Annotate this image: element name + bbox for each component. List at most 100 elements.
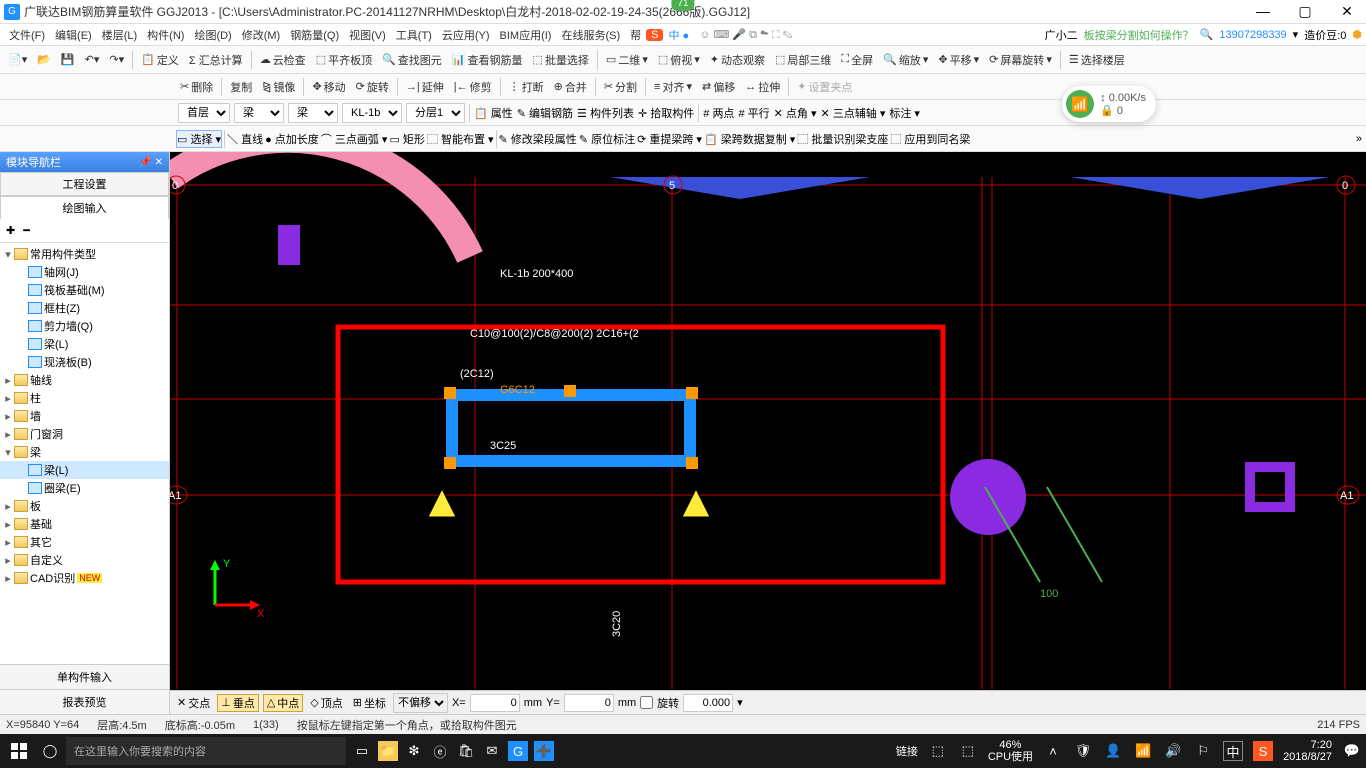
screen-rotate-button[interactable]: ⟳ 屏幕旋转 ▾	[985, 50, 1056, 70]
search-icon[interactable]: 🔍	[1200, 28, 1214, 41]
snap-coord[interactable]: ⊞ 坐标	[350, 695, 389, 711]
offset-select[interactable]: 不偏移	[393, 693, 448, 713]
select-tool[interactable]: ▭ 选择 ▾	[176, 130, 222, 148]
tree-node[interactable]: ▾梁	[0, 443, 169, 461]
new-button[interactable]: 📄▾	[4, 51, 31, 68]
view-top-button[interactable]: ⬚ 俯视 ▾	[654, 50, 704, 70]
tree-node[interactable]: ▸墙	[0, 407, 169, 425]
cortana-icon[interactable]: ◯	[40, 741, 60, 761]
sidebar-pin-icon[interactable]: 📌 ✕	[139, 157, 163, 168]
tab-draw-input[interactable]: 绘图输入	[0, 196, 169, 219]
trim-button[interactable]: |← 修剪	[450, 77, 496, 97]
tray-icon-2[interactable]: ⬚	[958, 741, 978, 761]
stretch-button[interactable]: ↔ 拉伸	[741, 77, 784, 97]
app-360-icon[interactable]: ❇	[404, 741, 424, 761]
repick-span-button[interactable]: ⟳ 重提梁跨 ▾	[637, 131, 702, 147]
level-slab-button[interactable]: ⬚ 平齐板顶	[312, 50, 376, 70]
menu-help[interactable]: 帮	[625, 27, 646, 43]
menu-bim[interactable]: BIM应用(I)	[495, 27, 557, 43]
tree-node[interactable]: 梁(L)	[0, 335, 169, 353]
zoom-button[interactable]: 🔍 缩放 ▾	[879, 50, 932, 70]
menu-cloud[interactable]: 云应用(Y)	[437, 27, 495, 43]
view-rebar-button[interactable]: 📊 查看钢筋量	[448, 50, 527, 70]
tree-node[interactable]: 梁(L)	[0, 461, 169, 479]
arc-tool[interactable]: ⌒ 三点画弧 ▾	[321, 131, 388, 147]
menu-online[interactable]: 在线服务(S)	[556, 27, 625, 43]
toolbar-overflow[interactable]: »	[1356, 133, 1362, 145]
tray-flag-icon[interactable]: ⚐	[1193, 741, 1213, 761]
floor-select[interactable]: 首层	[178, 103, 230, 123]
pan-button[interactable]: ✥ 平移 ▾	[934, 50, 983, 70]
two-point-button[interactable]: # 两点	[703, 105, 734, 121]
cloud-check-button[interactable]: ☁ 云检查	[256, 50, 310, 70]
rotate-checkbox[interactable]	[640, 696, 653, 709]
move-button[interactable]: ✥ 移动	[308, 77, 349, 97]
category-select[interactable]: 梁	[234, 103, 284, 123]
tree-node[interactable]: ▸基础	[0, 515, 169, 533]
grip-button[interactable]: ✦ 设置夹点	[793, 77, 856, 97]
start-button[interactable]	[4, 736, 34, 766]
apply-same-name-button[interactable]: ⬚ 应用到同名梁	[890, 131, 970, 147]
app-store-icon[interactable]: 🛍	[456, 741, 476, 761]
delete-button[interactable]: ✂ 删除	[176, 77, 217, 97]
fullscreen-button[interactable]: ⛶ 全屏	[837, 50, 877, 70]
point-length-tool[interactable]: ● 点加长度	[265, 131, 319, 147]
menu-member[interactable]: 构件(N)	[142, 27, 189, 43]
tree-node[interactable]: ▸其它	[0, 533, 169, 551]
maximize-button[interactable]: ▢	[1290, 3, 1320, 20]
rect-tool[interactable]: ▭ 矩形	[389, 131, 424, 147]
tree-node[interactable]: 框柱(Z)	[0, 299, 169, 317]
menu-rebar[interactable]: 钢筋量(Q)	[285, 27, 344, 43]
tray-up-icon[interactable]: ˄	[1043, 741, 1063, 761]
menu-view[interactable]: 视图(V)	[344, 27, 391, 43]
tray-ime-icon[interactable]: 中	[1223, 741, 1243, 761]
notification-badge[interactable]: 71	[671, 0, 694, 11]
task-view-icon[interactable]: ▭	[352, 741, 372, 761]
point-angle-button[interactable]: ✕ 点角 ▾	[774, 105, 817, 121]
drawing-canvas[interactable]: Y X KL-1b 200*400 C10@100(2)/C8@200(2) 2…	[170, 152, 1366, 714]
tree-expand-icon[interactable]: ✚	[6, 224, 15, 237]
extend-button[interactable]: →| 延伸	[402, 77, 448, 97]
tray-shield-icon[interactable]: 🛡	[1073, 741, 1093, 761]
batch-support-button[interactable]: ⬚ 批量识别梁支座	[797, 131, 888, 147]
single-member-input[interactable]: 单构件输入	[0, 664, 169, 689]
tree-node[interactable]: ▸板	[0, 497, 169, 515]
rotate-input[interactable]	[683, 694, 733, 712]
break-button[interactable]: ⋮ 打断	[505, 77, 548, 97]
property-button[interactable]: 📋 属性	[474, 105, 513, 121]
tray-net-icon[interactable]: 👤	[1103, 741, 1123, 761]
offset-button[interactable]: ⇄ 偏移	[698, 77, 739, 97]
pick-member-button[interactable]: ✛ 拾取构件	[638, 105, 694, 121]
tree-node[interactable]: ▸门窗洞	[0, 425, 169, 443]
x-input[interactable]	[470, 694, 520, 712]
copy-button[interactable]: 复制	[226, 77, 256, 97]
tray-icon-1[interactable]: ⬚	[928, 741, 948, 761]
menu-edit[interactable]: 编辑(E)	[50, 27, 97, 43]
app-gtj-icon[interactable]: ➕	[534, 741, 554, 761]
mirror-button[interactable]: ⧎ 镜像	[258, 77, 299, 97]
account-phone[interactable]: 13907298339	[1219, 29, 1286, 41]
rotate-button[interactable]: ⟳ 旋转	[352, 77, 393, 97]
define-button[interactable]: 📋 定义	[137, 50, 183, 70]
select-floor-button[interactable]: ☰ 选择楼层	[1065, 50, 1129, 70]
tray-vol-icon[interactable]: 🔊	[1163, 741, 1183, 761]
tray-wifi-icon[interactable]: 📶	[1133, 741, 1153, 761]
inplace-annotate-button[interactable]: ✎ 原位标注	[579, 131, 635, 147]
tree-node[interactable]: ▸柱	[0, 389, 169, 407]
app-mail-icon[interactable]: ✉	[482, 741, 502, 761]
credit-label[interactable]: 造价豆:0	[1304, 27, 1346, 43]
line-tool[interactable]: ＼ 直线	[227, 131, 263, 147]
member-list-button[interactable]: ☰ 构件列表	[577, 105, 634, 121]
user-label[interactable]: 广小二	[1045, 27, 1078, 43]
taskbar-search[interactable]: 在这里输入你要搜索的内容	[66, 737, 346, 765]
menu-modify[interactable]: 修改(M)	[237, 27, 286, 43]
tree-node[interactable]: ▾常用构件类型	[0, 245, 169, 263]
snap-vertex[interactable]: ◇ 顶点	[307, 695, 345, 711]
split-button[interactable]: ✂ 分割	[600, 77, 641, 97]
minimize-button[interactable]: —	[1248, 3, 1278, 20]
help-question[interactable]: 板按梁分割如何操作？	[1084, 27, 1194, 43]
span-copy-button[interactable]: 📋 梁跨数据复制 ▾	[704, 131, 795, 147]
tree-collapse-icon[interactable]: ━	[23, 224, 30, 237]
redo-button[interactable]: ↷▾	[105, 51, 128, 68]
snap-perp[interactable]: ⊥ 垂点	[217, 694, 259, 712]
